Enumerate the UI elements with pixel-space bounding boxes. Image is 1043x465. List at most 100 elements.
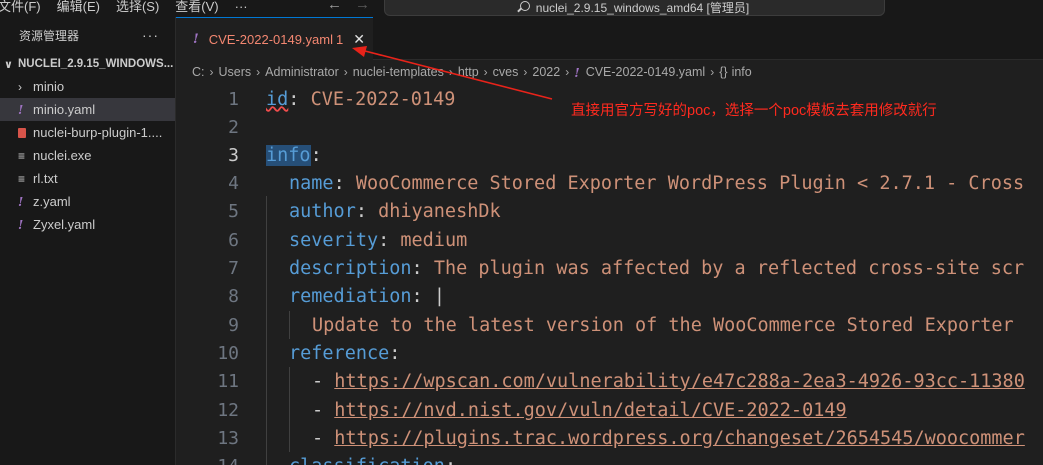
file-label: Zyxel.yaml: [33, 217, 96, 232]
line-number: 2: [228, 116, 239, 138]
code-line: 12 - https://nvd.nist.gov/vuln/detail/CV…: [176, 396, 1043, 424]
explorer-title: 资源管理器: [19, 28, 80, 43]
yaml-key: description: [289, 257, 412, 279]
command-center[interactable]: nuclei_2.9.15_windows_amd64 [管理员]: [384, 0, 885, 16]
explorer-header: 资源管理器 ···: [0, 17, 175, 53]
chevron-right-icon: ›: [18, 79, 22, 94]
breadcrumb-item[interactable]: cves: [493, 65, 519, 79]
file-label: minio: [33, 79, 65, 94]
reference-link[interactable]: https://wpscan.com/vulnerability/e47c288…: [334, 371, 1025, 392]
title-bar: 文件(F) 编辑(E) 选择(S) 查看(V) ··· ← → nuclei_2…: [0, 0, 1043, 17]
line-number: 11: [217, 370, 239, 392]
file-label: z.yaml: [33, 194, 71, 209]
file-item-rl-txt[interactable]: ≡ rl.txt: [0, 167, 175, 190]
arrow-right-icon[interactable]: →: [355, 0, 370, 13]
yaml-key: id: [266, 88, 289, 110]
symbol-object-icon: {}: [719, 65, 728, 79]
chevron-right-icon: ›: [256, 65, 261, 79]
file-item-burp-plugin[interactable]: nuclei-burp-plugin-1....: [0, 121, 175, 144]
exe-icon: ≡: [18, 148, 26, 163]
chevron-right-icon: ›: [565, 65, 570, 79]
reference-link[interactable]: https://nvd.nist.gov/vuln/detail/CVE-202…: [334, 400, 846, 421]
yaml-value: medium: [400, 229, 468, 251]
yaml-key: reference: [289, 342, 390, 364]
line-number: 8: [228, 285, 239, 307]
menu-view[interactable]: 查看(V): [167, 0, 226, 15]
menu-edit[interactable]: 编辑(E): [49, 0, 108, 15]
code-line: 11 - https://wpscan.com/vulnerability/e4…: [176, 367, 1043, 395]
line-number: 5: [228, 200, 239, 222]
line-number: 6: [228, 229, 239, 251]
file-label: nuclei.exe: [33, 148, 92, 163]
file-item-minio-folder[interactable]: › minio: [0, 75, 175, 98]
yaml-icon: !: [193, 31, 199, 47]
code-line: 7 description: The plugin was affected b…: [176, 254, 1043, 282]
problem-count-badge: 1: [336, 31, 344, 47]
breadcrumb-item[interactable]: C:: [192, 65, 205, 79]
arrow-left-icon[interactable]: ←: [327, 0, 342, 13]
jar-icon: [18, 127, 26, 138]
file-label: minio.yaml: [33, 102, 96, 117]
tab-cve-2022-0149[interactable]: ! CVE-2022-0149.yaml 1 ✕: [176, 17, 373, 60]
explorer-sidebar: 资源管理器 ··· ∨ NUCLEI_2.9.15_WINDOWS... › m…: [0, 17, 176, 465]
chevron-right-icon: ›: [483, 65, 488, 79]
yaml-value: The plugin was affected by a reflected c…: [433, 257, 1025, 279]
code-line: 8 remediation: |: [176, 282, 1043, 310]
reference-link[interactable]: https://plugins.trac.wordpress.org/chang…: [334, 428, 1025, 449]
code-editor[interactable]: 1 id: CVE-2022-0149 2 3 info: 4 name: Wo…: [176, 84, 1043, 465]
breadcrumb-symbol[interactable]: info: [732, 65, 752, 79]
line-number: 4: [228, 172, 239, 194]
line-number: 13: [217, 427, 239, 449]
yaml-key: classification: [289, 456, 445, 465]
chevron-right-icon: ›: [343, 65, 348, 79]
breadcrumb-item[interactable]: Administrator: [265, 65, 339, 79]
yaml-key: name: [289, 172, 334, 194]
yaml-key: info: [266, 144, 311, 166]
chevron-right-icon: ›: [448, 65, 453, 79]
chevron-right-icon: ›: [209, 65, 214, 79]
annotation-text: 直接用官方写好的poc，选择一个poc模板去套用修改就行: [571, 103, 937, 119]
yaml-value: Update to the latest version of the WooC…: [312, 314, 1014, 336]
line-number: 9: [228, 314, 239, 336]
line-number: 3: [228, 144, 239, 166]
editor-tabs: ! CVE-2022-0149.yaml 1 ✕: [176, 17, 1043, 60]
workspace-folder-label: NUCLEI_2.9.15_WINDOWS...: [18, 58, 174, 70]
chevron-right-icon: ›: [523, 65, 528, 79]
yaml-value: dhiyaneshDk: [378, 200, 501, 222]
more-actions-icon[interactable]: ···: [142, 27, 159, 43]
yaml-icon: !: [18, 102, 24, 117]
code-line: 10 reference:: [176, 339, 1043, 367]
menu-selection[interactable]: 选择(S): [108, 0, 167, 15]
code-line: 6 severity: medium: [176, 226, 1043, 254]
menu-file[interactable]: 文件(F): [0, 0, 49, 15]
breadcrumb-item[interactable]: 2022: [532, 65, 560, 79]
code-line: 9 Update to the latest version of the Wo…: [176, 311, 1043, 339]
line-number: 14: [176, 456, 239, 465]
line-number: 10: [217, 342, 239, 364]
breadcrumb: C: › Users › Administrator › nuclei-templat…: [176, 60, 1043, 84]
file-item-minio-yaml[interactable]: ! minio.yaml: [0, 98, 175, 121]
breadcrumb-item[interactable]: http: [458, 65, 479, 79]
close-icon[interactable]: ✕: [353, 31, 365, 48]
command-center-label: nuclei_2.9.15_windows_amd64 [管理员]: [535, 0, 750, 15]
code-line: 14 classification:: [176, 452, 1043, 465]
line-number: 7: [228, 257, 239, 279]
yaml-key: remediation: [289, 285, 412, 307]
text-file-icon: ≡: [18, 171, 26, 186]
yaml-block-indicator: |: [433, 285, 445, 307]
code-line: 5 author: dhiyaneshDk: [176, 197, 1043, 225]
menu-more[interactable]: ···: [227, 0, 256, 15]
tab-title: CVE-2022-0149.yaml: [208, 31, 334, 47]
file-item-z-yaml[interactable]: ! z.yaml: [0, 190, 175, 213]
yaml-key: severity: [289, 229, 379, 251]
breadcrumb-item[interactable]: Users: [219, 65, 252, 79]
line-number: 12: [217, 399, 239, 421]
chevron-down-icon: ∨: [4, 58, 13, 71]
workspace-folder[interactable]: ∨ NUCLEI_2.9.15_WINDOWS...: [0, 53, 175, 75]
yaml-value: CVE-2022-0149: [310, 88, 456, 110]
breadcrumb-file[interactable]: CVE-2022-0149.yaml: [586, 65, 706, 79]
file-item-zyxel-yaml[interactable]: ! Zyxel.yaml: [0, 213, 175, 236]
search-icon: [519, 1, 530, 11]
breadcrumb-item[interactable]: nuclei-templates: [353, 65, 444, 79]
file-item-nuclei-exe[interactable]: ≡ nuclei.exe: [0, 144, 175, 167]
